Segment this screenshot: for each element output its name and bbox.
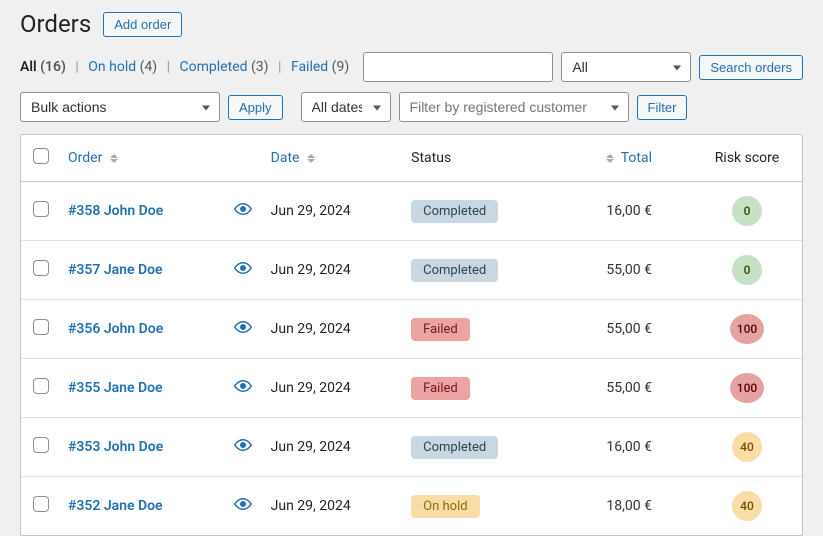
table-row: #356 John Doe Jun 29, 2024 Failed 55,00 € 10…: [21, 300, 802, 359]
sort-icon: [110, 154, 118, 163]
row-select[interactable]: [33, 378, 49, 394]
status-badge: Failed: [411, 318, 470, 341]
filter-onhold[interactable]: On hold (4): [88, 59, 157, 75]
row-select[interactable]: [33, 319, 49, 335]
status-badge: On hold: [411, 495, 479, 518]
column-order[interactable]: Order: [68, 150, 118, 166]
row-select[interactable]: [33, 437, 49, 453]
order-total: 55,00 €: [554, 241, 692, 300]
order-total: 55,00 €: [554, 300, 692, 359]
order-date: Jun 29, 2024: [263, 300, 403, 359]
order-link[interactable]: #358 John Doe: [68, 203, 163, 219]
apply-button[interactable]: Apply: [228, 95, 283, 120]
status-badge: Completed: [411, 259, 498, 282]
orders-table: Order Date Status Total: [20, 134, 803, 536]
order-link[interactable]: #353 John Doe: [68, 439, 163, 455]
preview-icon[interactable]: [234, 203, 252, 219]
status-badge: Completed: [411, 436, 498, 459]
separator: |: [161, 59, 176, 75]
order-date: Jun 29, 2024: [263, 418, 403, 477]
separator: |: [69, 59, 84, 75]
search-type-select[interactable]: All: [561, 52, 691, 82]
status-filter-links: All (16) | On hold (4) | Completed (3) |…: [20, 59, 349, 75]
table-row: #353 John Doe Jun 29, 2024 Completed 16,00 …: [21, 418, 802, 477]
order-date: Jun 29, 2024: [263, 241, 403, 300]
order-date: Jun 29, 2024: [263, 359, 403, 418]
order-link[interactable]: #356 John Doe: [68, 321, 163, 337]
risk-badge: 100: [730, 314, 764, 344]
table-row: #352 Jane Doe Jun 29, 2024 On hold 18,00 € 4…: [21, 477, 802, 536]
add-order-button[interactable]: Add order: [103, 12, 182, 37]
row-select[interactable]: [33, 260, 49, 276]
order-link[interactable]: #352 Jane Doe: [68, 498, 163, 514]
status-badge: Failed: [411, 377, 470, 400]
preview-icon[interactable]: [234, 439, 252, 455]
table-row: #355 Jane Doe Jun 29, 2024 Failed 55,00 € 10…: [21, 359, 802, 418]
order-date: Jun 29, 2024: [263, 477, 403, 536]
risk-badge: 0: [732, 196, 762, 226]
risk-badge: 100: [730, 373, 764, 403]
row-select[interactable]: [33, 201, 49, 217]
preview-icon[interactable]: [234, 262, 252, 278]
preview-icon[interactable]: [234, 498, 252, 514]
table-row: #358 John Doe Jun 29, 2024 Completed 16,00 …: [21, 182, 802, 241]
sort-icon: [307, 154, 315, 163]
preview-icon[interactable]: [234, 321, 252, 337]
customer-filter-select[interactable]: Filter by registered customer: [399, 92, 629, 122]
preview-icon[interactable]: [234, 380, 252, 396]
column-total[interactable]: Total: [606, 150, 652, 166]
column-status: Status: [403, 135, 554, 182]
bulk-actions-select[interactable]: Bulk actions: [20, 92, 220, 122]
order-total: 18,00 €: [554, 477, 692, 536]
row-select[interactable]: [33, 496, 49, 512]
order-total: 55,00 €: [554, 359, 692, 418]
filter-button[interactable]: Filter: [637, 95, 688, 120]
search-input[interactable]: [363, 52, 553, 82]
risk-badge: 40: [732, 491, 762, 521]
order-link[interactable]: #357 Jane Doe: [68, 262, 163, 278]
order-date: Jun 29, 2024: [263, 182, 403, 241]
table-row: #357 Jane Doe Jun 29, 2024 Completed 55,00 …: [21, 241, 802, 300]
status-badge: Completed: [411, 200, 498, 223]
order-total: 16,00 €: [554, 182, 692, 241]
sort-icon: [606, 154, 614, 163]
separator: |: [272, 59, 287, 75]
search-orders-button[interactable]: Search orders: [699, 55, 803, 80]
column-date[interactable]: Date: [271, 150, 315, 166]
order-total: 16,00 €: [554, 418, 692, 477]
column-risk: Risk score: [692, 135, 802, 182]
filter-all[interactable]: All (16): [20, 59, 66, 75]
page-title: Orders: [20, 10, 91, 38]
select-all[interactable]: [33, 148, 49, 164]
order-link[interactable]: #355 Jane Doe: [68, 380, 163, 396]
risk-badge: 40: [732, 432, 762, 462]
filter-completed[interactable]: Completed (3): [180, 59, 269, 75]
filter-failed[interactable]: Failed (9): [291, 59, 349, 75]
risk-badge: 0: [732, 255, 762, 285]
date-filter-select[interactable]: All dates: [301, 92, 391, 122]
